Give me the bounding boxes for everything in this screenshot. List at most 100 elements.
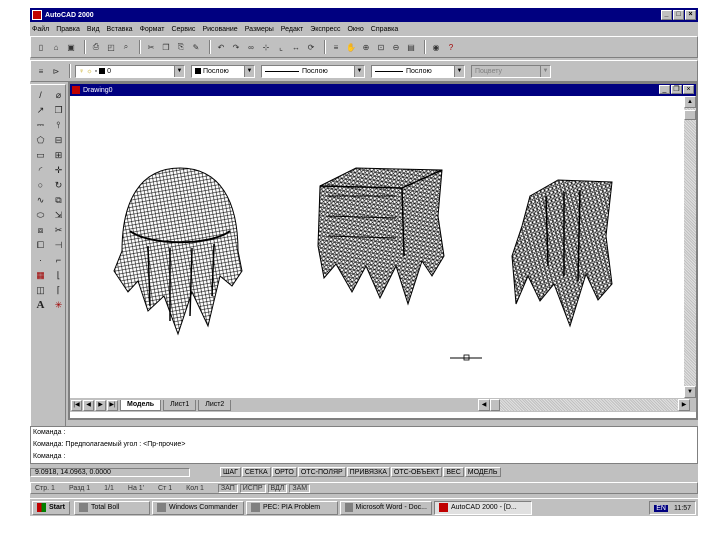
status-toggle-button[interactable]: ОТС-ОБЪЕКТ [390, 467, 443, 477]
chamfer-icon[interactable]: ⌊ [50, 269, 67, 282]
spline-icon[interactable]: ∿ [32, 194, 49, 207]
menu-item[interactable]: Рисование [202, 26, 237, 33]
menu-item[interactable]: Окно [347, 26, 363, 33]
properties-icon[interactable]: ▤ [405, 41, 417, 53]
polyline-icon[interactable]: ⎓ [32, 119, 49, 132]
make-current-icon[interactable]: ⊳ [50, 65, 62, 77]
copy-object-icon[interactable]: ❐ [50, 104, 67, 117]
command-window[interactable]: Команда : Команда: Предполагаемый угол :… [30, 426, 698, 464]
linetype-dropdown[interactable]: Послою ▼ [261, 64, 365, 78]
zoom-window-icon[interactable]: ⊡ [375, 41, 387, 53]
minimize-icon[interactable]: _ [661, 10, 672, 20]
next-tab-icon[interactable]: ▶ [95, 399, 106, 411]
rotate-icon[interactable]: ↻ [50, 179, 67, 192]
coordinates-readout[interactable]: 9.0918, 14.0963, 0.0000 [30, 467, 190, 477]
status-toggle-button[interactable]: ОТС-ПОЛЯР [297, 467, 346, 477]
snap-icon[interactable]: ⊹ [260, 41, 272, 53]
status-toggle-button[interactable]: ПРИВЯЗКА [346, 467, 390, 477]
lineweight-dropdown[interactable]: Послою ▼ [371, 64, 465, 78]
scroll-right-icon[interactable]: ▶ [678, 399, 690, 411]
offset-icon[interactable]: ⊟ [50, 134, 67, 147]
mirror-icon[interactable]: ⫯ [50, 119, 67, 132]
taskbar-button[interactable]: PEC: PIA Problem [245, 500, 338, 515]
trim-icon[interactable]: ✂ [50, 224, 67, 237]
region-icon[interactable]: ◫ [32, 284, 49, 297]
menu-item[interactable]: Формат [140, 26, 165, 33]
matchprop-icon[interactable]: ✎ [190, 41, 202, 53]
scroll-left-icon[interactable]: ◀ [478, 399, 490, 411]
hatch-icon[interactable]: ▦ [32, 269, 49, 282]
layer-manager-icon[interactable]: ≡ [35, 65, 47, 77]
zoom-realtime-icon[interactable]: ⊕ [360, 41, 372, 53]
model-space-canvas[interactable] [70, 96, 684, 398]
maximize-icon[interactable]: □ [673, 10, 684, 20]
scroll-down-icon[interactable]: ▼ [684, 386, 696, 398]
chevron-down-icon[interactable]: ▼ [174, 65, 184, 77]
fillet-icon[interactable]: ⌈ [50, 284, 67, 297]
circle-icon[interactable]: ○ [32, 179, 49, 192]
chevron-down-icon[interactable]: ▼ [244, 65, 254, 77]
taskbar-button[interactable]: Total Boll [73, 500, 150, 515]
text-icon[interactable]: A [32, 299, 49, 312]
last-tab-icon[interactable]: ▶| [107, 399, 118, 411]
menu-item[interactable]: Файл [32, 26, 49, 33]
color-dropdown[interactable]: Послою ▼ [191, 64, 255, 78]
scroll-up-icon[interactable]: ▲ [684, 96, 696, 108]
vertical-scrollbar[interactable]: ▲ ▼ [684, 96, 696, 398]
designcenter-icon[interactable]: ◉ [430, 41, 442, 53]
move-icon[interactable]: ✛ [50, 164, 67, 177]
preview-icon[interactable]: ◰ [105, 41, 117, 53]
menu-item[interactable]: Редакт [281, 26, 303, 33]
horizontal-scrollbar[interactable]: ◀ ▶ [478, 399, 690, 411]
tab-model[interactable]: Модель [120, 399, 162, 411]
stretch-icon[interactable]: ⇲ [50, 209, 67, 222]
chevron-down-icon[interactable]: ▼ [354, 65, 364, 77]
status-toggle-button[interactable]: ШАГ [220, 467, 241, 477]
ellipse-icon[interactable]: ⬭ [32, 209, 49, 222]
rectangle-icon[interactable]: ▭ [32, 149, 49, 162]
taskbar-button[interactable]: Windows Commander [151, 500, 244, 515]
print-icon[interactable]: ⎙ [90, 41, 102, 53]
chevron-down-icon[interactable]: ▼ [454, 65, 464, 77]
status-toggle-button[interactable]: СЕТКА [241, 467, 271, 477]
extend-icon[interactable]: ⊣ [50, 239, 67, 252]
distance-icon[interactable]: ↔ [290, 41, 302, 53]
paste-icon[interactable]: ⎘ [175, 41, 187, 53]
undo-icon[interactable]: ↶ [215, 41, 227, 53]
start-button[interactable]: Start [32, 500, 70, 515]
ucs-icon[interactable]: ⌞ [275, 41, 287, 53]
line-icon[interactable]: / [32, 89, 49, 102]
erase-icon[interactable]: ⌀ [50, 89, 67, 102]
first-tab-icon[interactable]: |◀ [71, 399, 82, 411]
redo-icon[interactable]: ↷ [230, 41, 242, 53]
layers-icon[interactable]: ≡ [330, 41, 342, 53]
point-icon[interactable]: · [32, 254, 49, 267]
arc-icon[interactable]: ◜ [32, 164, 49, 177]
zoom-previous-icon[interactable]: ⊖ [390, 41, 402, 53]
status-toggle-button[interactable]: МОДЕЛЬ [464, 467, 501, 477]
clock[interactable]: 11:57 [674, 505, 691, 512]
menu-item[interactable]: Размеры [245, 26, 274, 33]
redraw-icon[interactable]: ⟳ [305, 41, 317, 53]
help-icon[interactable]: ? [445, 41, 457, 53]
command-prompt[interactable]: Команда : [31, 451, 697, 463]
hyperlink-icon[interactable]: ∞ [245, 41, 257, 53]
scale-icon[interactable]: ⧉ [50, 194, 67, 207]
hscroll-thumb[interactable] [490, 399, 500, 411]
scroll-thumb[interactable] [684, 110, 696, 120]
status-toggle-button[interactable]: ОРТО [271, 467, 297, 477]
pan-icon[interactable]: ✋ [345, 41, 357, 53]
taskbar-button[interactable]: AutoCAD 2000 - [D... [433, 500, 532, 515]
menu-item[interactable]: Справка [371, 26, 398, 33]
find-icon[interactable]: ⌕ [120, 41, 132, 53]
taskbar-button[interactable]: Microsoft Word - Doc... [339, 500, 432, 515]
status-toggle-button[interactable]: ВЕС [443, 467, 464, 477]
make-block-icon[interactable]: ⧠ [32, 239, 49, 252]
menu-item[interactable]: Вставка [107, 26, 133, 33]
close-icon[interactable]: × [685, 10, 696, 20]
layer-dropdown[interactable]: ♀ ☼ ▫ 0 ▼ [75, 64, 185, 78]
tab-layout1[interactable]: Лист1 [163, 399, 197, 411]
menu-item[interactable]: Сервис [171, 26, 195, 33]
prev-tab-icon[interactable]: ◀ [83, 399, 94, 411]
save-icon[interactable]: ▣ [65, 41, 77, 53]
